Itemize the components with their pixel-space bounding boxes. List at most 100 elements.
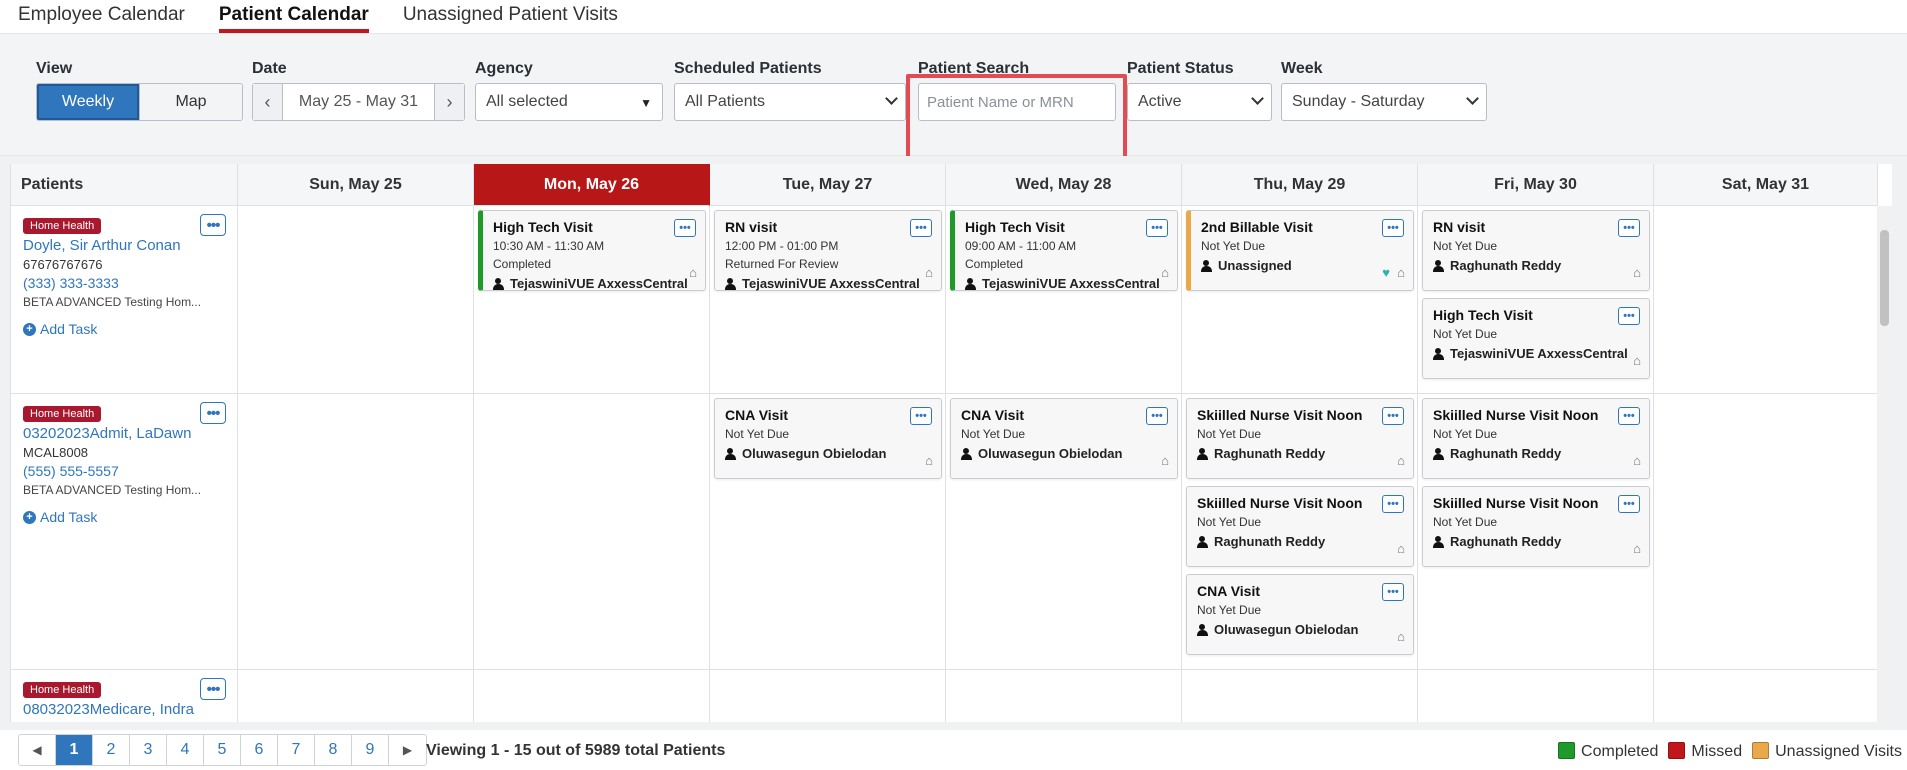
visit-status: Completed — [965, 257, 1024, 271]
patient-status-select[interactable]: Active — [1127, 83, 1272, 121]
visit-card[interactable]: Skiilled Nurse Visit Noon Not Yet Due Ra… — [1186, 486, 1414, 567]
home-icon: ⌂ — [1397, 629, 1405, 644]
add-task-link[interactable]: + Add Task — [23, 509, 225, 525]
day-cell[interactable] — [1418, 670, 1654, 722]
day-cell[interactable] — [946, 670, 1182, 722]
day-cell[interactable] — [238, 670, 474, 722]
visit-options-button[interactable]: ••• — [1382, 583, 1404, 601]
visit-card[interactable]: CNA Visit Not Yet Due Oluwasegun Obielod… — [1186, 574, 1414, 655]
vertical-scrollbar[interactable] — [1877, 206, 1892, 722]
visit-options-button[interactable]: ••• — [1618, 307, 1640, 325]
visit-title: 2nd Billable Visit — [1201, 219, 1313, 235]
page-button[interactable]: 9 — [352, 735, 389, 765]
visit-title: High Tech Visit — [1433, 307, 1533, 323]
day-cell[interactable] — [474, 670, 710, 722]
visit-card[interactable]: 2nd Billable Visit Not Yet Due Unassigne… — [1186, 210, 1414, 291]
visit-options-button[interactable]: ••• — [1618, 219, 1640, 237]
home-icon: ⌂ — [1633, 353, 1641, 368]
visit-options-button[interactable]: ••• — [910, 407, 932, 425]
agency-select[interactable]: All selected ▼ — [475, 83, 663, 121]
tab-unassigned-patient-visits[interactable]: Unassigned Patient Visits — [403, 4, 618, 33]
day-cell[interactable] — [474, 394, 710, 670]
patient-name-link[interactable]: 08032023Medicare, Indra — [23, 701, 225, 718]
day-cell[interactable] — [1654, 206, 1878, 394]
plus-circle-icon: + — [23, 322, 36, 336]
page-button[interactable]: 1 — [56, 735, 93, 765]
day-cell[interactable] — [238, 206, 474, 394]
patient-options-button[interactable]: ••• — [200, 214, 226, 236]
page-button[interactable]: 5 — [204, 735, 241, 765]
visit-options-button[interactable]: ••• — [1618, 495, 1640, 513]
visit-card[interactable]: Skiilled Nurse Visit Noon Not Yet Due Ra… — [1186, 398, 1414, 479]
visit-options-button[interactable]: ••• — [1382, 407, 1404, 425]
day-cell[interactable] — [1654, 394, 1878, 670]
visit-card[interactable]: CNA Visit Not Yet Due Oluwasegun Obielod… — [950, 398, 1178, 479]
home-icon: ⌂ — [1397, 265, 1405, 280]
add-task-link[interactable]: + Add Task — [23, 321, 225, 337]
pagination: ◀ 1 2 3 4 5 6 7 8 9 ▶ — [18, 734, 427, 766]
page-button[interactable]: 3 — [130, 735, 167, 765]
page-button[interactable]: 8 — [315, 735, 352, 765]
patient-options-button[interactable]: ••• — [200, 402, 226, 424]
patient-phone-link[interactable]: (333) 333-3333 — [23, 275, 225, 291]
tab-patient-calendar[interactable]: Patient Calendar — [218, 4, 369, 33]
prev-week-chevron-icon[interactable]: ‹ — [253, 84, 283, 120]
prev-page-arrow-icon[interactable]: ◀ — [19, 735, 56, 765]
page-button[interactable]: 7 — [278, 735, 315, 765]
visit-card[interactable]: Skiilled Nurse Visit Noon Not Yet Due Ra… — [1422, 486, 1650, 567]
visit-title: Skiilled Nurse Visit Noon — [1197, 495, 1363, 511]
visit-time: 09:00 AM - 11:00 AM — [965, 239, 1077, 253]
visit-card[interactable]: CNA Visit Not Yet Due Oluwasegun Obielod… — [714, 398, 942, 479]
scrollbar-thumb[interactable] — [1880, 230, 1889, 326]
legend-swatch — [1668, 742, 1686, 759]
visit-card[interactable]: RN visit 12:00 PM - 01:00 PM Returned Fo… — [714, 210, 942, 291]
visit-title: RN visit — [1433, 219, 1486, 235]
tab-employee-calendar[interactable]: Employee Calendar — [18, 4, 185, 33]
home-health-badge: Home Health — [23, 406, 102, 422]
day-cell[interactable] — [1654, 670, 1878, 722]
date-range-value[interactable]: May 25 - May 31 — [283, 84, 434, 120]
visit-time: 12:00 PM - 01:00 PM — [725, 239, 839, 253]
user-icon — [1197, 447, 1208, 460]
filter-bar: View Weekly Map Date ‹ May 25 - May 31 ›… — [0, 34, 1907, 175]
visit-card[interactable]: High Tech Visit Not Yet Due TejaswiniVUE… — [1422, 298, 1650, 379]
visit-options-button[interactable]: ••• — [674, 219, 696, 237]
visit-options-button[interactable]: ••• — [1146, 407, 1168, 425]
visit-options-button[interactable]: ••• — [1618, 407, 1640, 425]
page-button[interactable]: 2 — [93, 735, 130, 765]
visit-card[interactable]: High Tech Visit 09:00 AM - 11:00 AM Comp… — [950, 210, 1178, 291]
view-weekly-button[interactable]: Weekly — [37, 84, 139, 120]
patient-name-link[interactable]: Doyle, Sir Arthur Conan — [23, 237, 225, 254]
visit-options-button[interactable]: ••• — [1382, 219, 1404, 237]
week-select[interactable]: Sunday - Saturday — [1281, 83, 1487, 121]
page-button[interactable]: 6 — [241, 735, 278, 765]
page-button[interactable]: 4 — [167, 735, 204, 765]
scheduled-patients-select[interactable]: All Patients — [674, 83, 906, 121]
patient-options-button[interactable]: ••• — [200, 678, 226, 700]
next-page-arrow-icon[interactable]: ▶ — [389, 735, 426, 765]
patient-phone-link[interactable]: (555) 555-5557 — [23, 463, 225, 479]
assignee-name: Raghunath Reddy — [1214, 534, 1326, 549]
view-map-button[interactable]: Map — [139, 84, 242, 120]
day-cell[interactable] — [1182, 670, 1418, 722]
user-icon — [1201, 259, 1212, 272]
day-cell[interactable] — [710, 670, 946, 722]
day-cell[interactable] — [238, 394, 474, 670]
visit-options-button[interactable]: ••• — [1382, 495, 1404, 513]
visit-card[interactable]: High Tech Visit 10:30 AM - 11:30 AM Comp… — [478, 210, 706, 291]
patient-mrn: 67676767676 — [23, 257, 103, 272]
calendar-area: Patients Sun, May 25 Mon, May 26 Tue, Ma… — [0, 156, 1907, 730]
assignee-name: Raghunath Reddy — [1450, 446, 1562, 461]
visit-options-button[interactable]: ••• — [1146, 219, 1168, 237]
patient-name-link[interactable]: 03202023Admit, LaDawn — [23, 425, 225, 442]
next-week-chevron-icon[interactable]: › — [434, 84, 464, 120]
date-label: Date — [252, 60, 287, 77]
scheduled-patients-label: Scheduled Patients — [674, 60, 822, 77]
visit-title: High Tech Visit — [965, 219, 1065, 235]
patient-search-input[interactable] — [918, 83, 1116, 121]
assignee-name: Oluwasegun Obielodan — [742, 446, 887, 461]
visit-card[interactable]: RN visit Not Yet Due Raghunath Reddy •••… — [1422, 210, 1650, 291]
visit-options-button[interactable]: ••• — [910, 219, 932, 237]
legend-completed: Completed — [1558, 742, 1658, 761]
visit-card[interactable]: Skiilled Nurse Visit Noon Not Yet Due Ra… — [1422, 398, 1650, 479]
